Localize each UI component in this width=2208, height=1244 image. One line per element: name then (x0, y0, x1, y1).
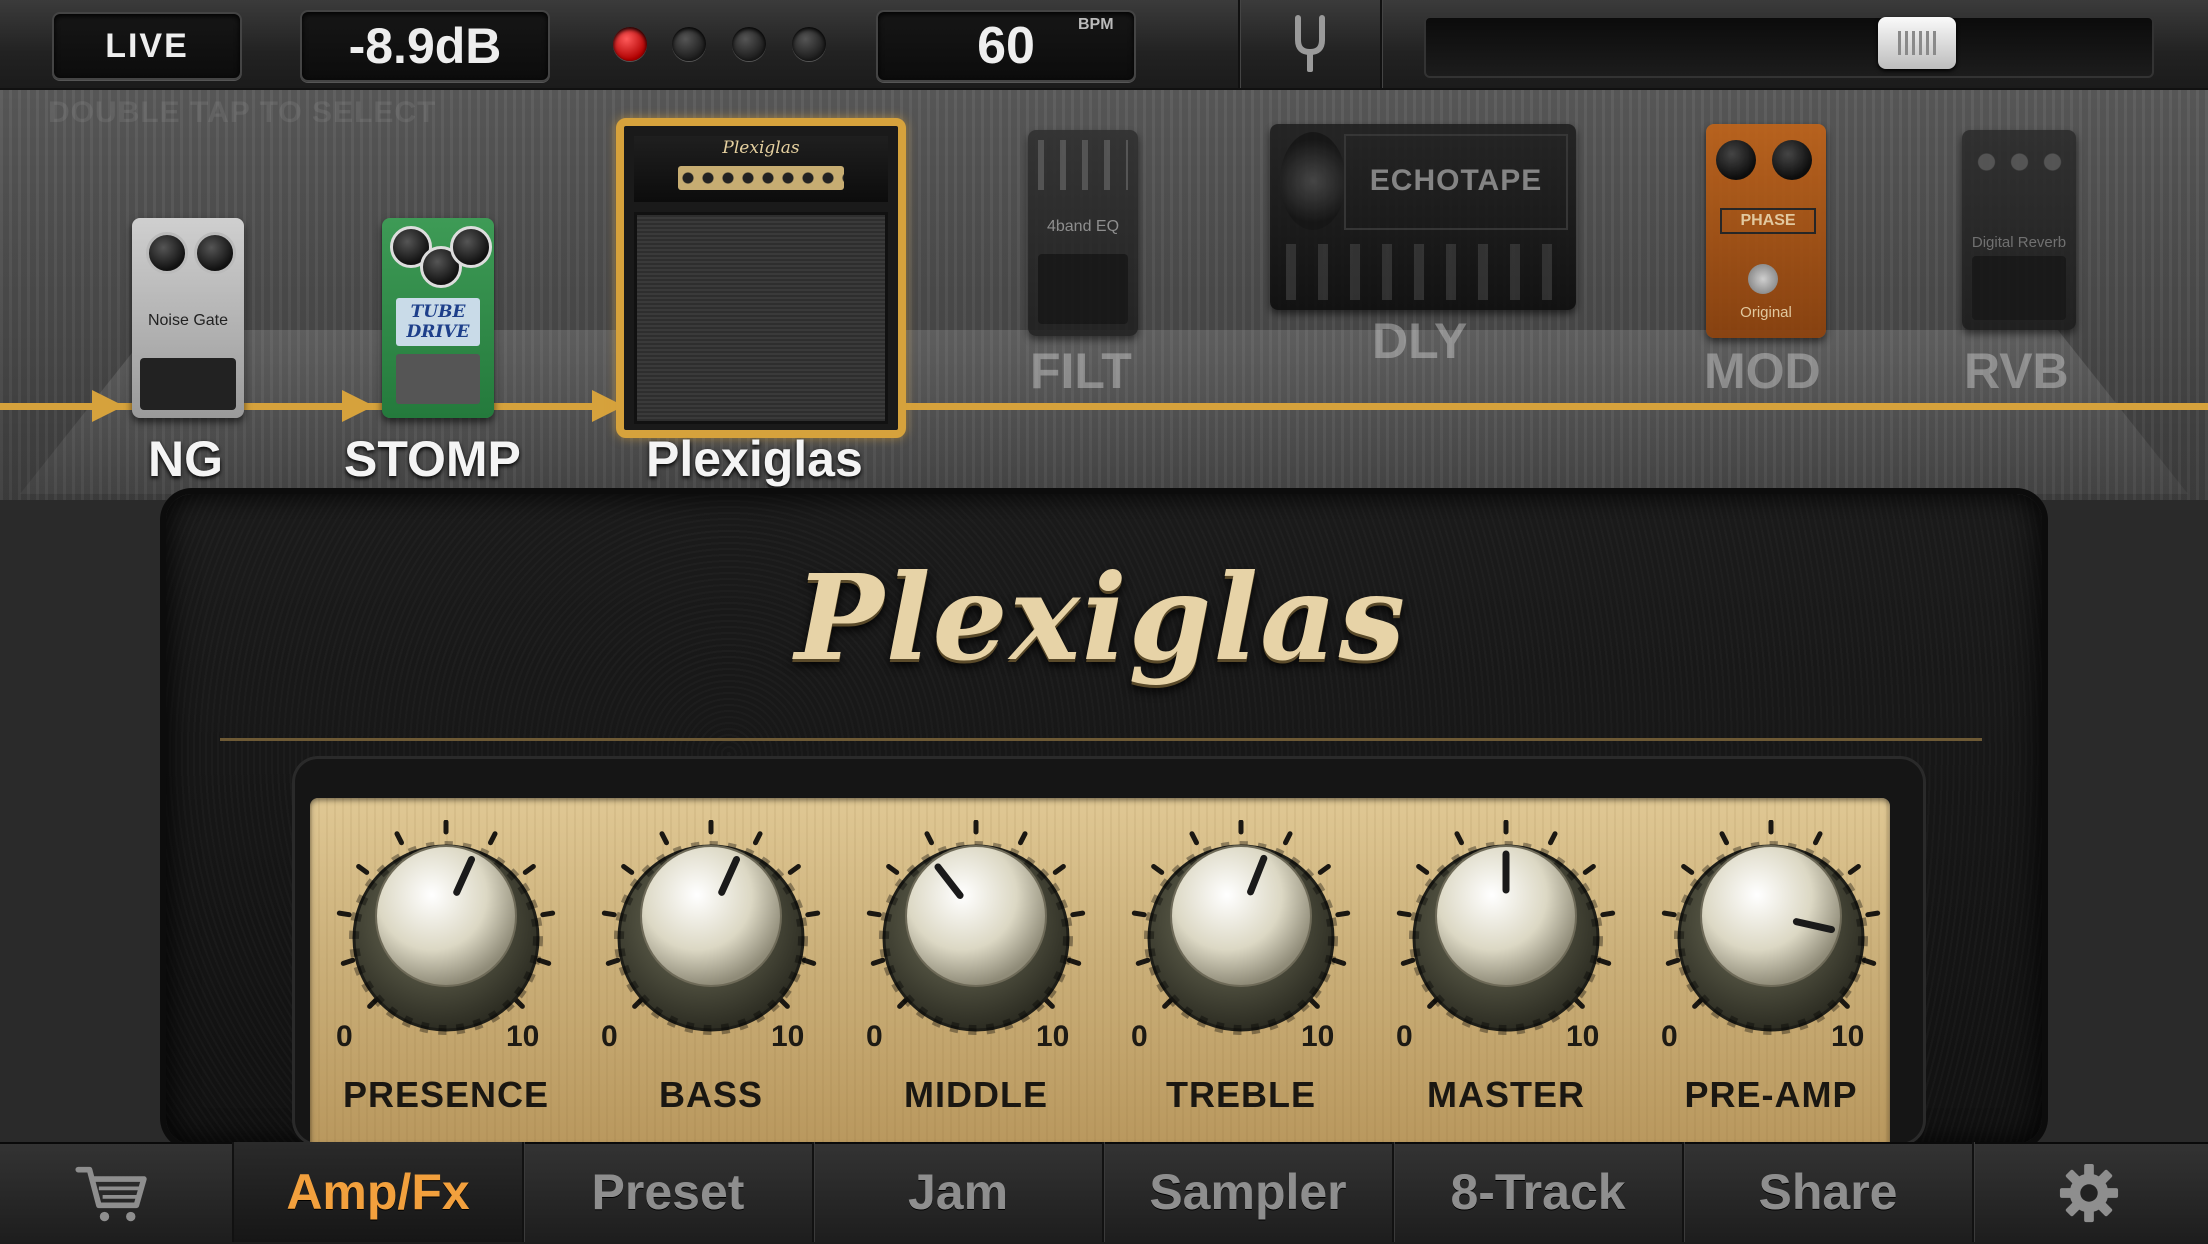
amp-slot-selected[interactable]: Plexiglas (616, 118, 906, 438)
knob-scale-max: 10 (506, 1020, 540, 1053)
knob-scale-min: 0 (601, 1020, 618, 1053)
eq-pedal[interactable]: 4band EQ (1028, 130, 1138, 336)
tab-sampler[interactable]: Sampler (1104, 1142, 1394, 1242)
phase-pedal[interactable]: PHASE Original (1706, 124, 1826, 338)
knob-dial-icon[interactable] (866, 820, 1086, 1040)
volume-slider-track[interactable] (1424, 16, 2154, 78)
noise-gate-pedal[interactable]: Noise Gate (132, 218, 244, 418)
store-button[interactable] (0, 1142, 234, 1242)
signal-line (0, 403, 2208, 410)
slot-label-mod[interactable]: MOD (1704, 342, 1821, 400)
transport-dot-2[interactable] (672, 27, 706, 61)
tab-amp-fx[interactable]: Amp/Fx (234, 1142, 524, 1242)
signal-arrow (92, 390, 124, 422)
slot-label-filt[interactable]: FILT (1030, 342, 1132, 400)
tuning-fork-icon[interactable] (1290, 14, 1330, 74)
knob-pre-amp[interactable]: 0 10 PRE-AMP (1651, 820, 1911, 1140)
live-button[interactable]: LIVE (52, 12, 242, 80)
volume-slider-thumb[interactable] (1878, 17, 1956, 69)
double-tap-hint: DOUBLE TAP TO SELECT (48, 96, 437, 129)
tab-8-track[interactable]: 8-Track (1394, 1142, 1684, 1242)
knob-label: PRESENCE (342, 1074, 550, 1115)
slot-label-dly[interactable]: DLY (1372, 312, 1467, 370)
knob-dial-icon[interactable] (1131, 820, 1351, 1040)
knob-scale-max: 10 (1566, 1020, 1600, 1053)
knob-master[interactable]: 0 10 MASTER (1386, 820, 1646, 1140)
settings-button[interactable] (1974, 1142, 2208, 1242)
knob-dial-icon[interactable] (1661, 820, 1881, 1040)
tab-jam[interactable]: Jam (814, 1142, 1104, 1242)
knob-middle[interactable]: 0 10 MIDDLE (856, 820, 1116, 1140)
knob-treble[interactable]: 0 10 TREBLE (1121, 820, 1381, 1140)
knob-scale-max: 10 (1301, 1020, 1335, 1053)
knob-scale-min: 0 (1131, 1020, 1148, 1053)
signal-arrow (342, 390, 374, 422)
knob-label: MIDDLE (904, 1074, 1048, 1115)
knob-scale-min: 0 (866, 1020, 883, 1053)
knob-scale-min: 0 (1396, 1020, 1413, 1053)
reverb-pedal[interactable]: Digital Reverb (1962, 130, 2076, 330)
transport-dot-4[interactable] (792, 27, 826, 61)
tab-preset[interactable]: Preset (524, 1142, 814, 1242)
knob-bass[interactable]: 0 10 BASS (591, 820, 851, 1140)
transport-dot-3[interactable] (732, 27, 766, 61)
output-level-display: -8.9dB (300, 10, 550, 82)
tube-drive-pedal[interactable]: TUBE DRIVE (382, 218, 494, 418)
slot-label-stomp[interactable]: STOMP (344, 430, 521, 488)
knob-label: BASS (658, 1074, 764, 1115)
bpm-unit-label: BPM (1078, 16, 1114, 33)
divider (1238, 0, 1240, 88)
tab-share[interactable]: Share (1684, 1142, 1974, 1242)
knob-presence[interactable]: 0 10 PRESENCE (326, 820, 586, 1140)
knob-dial-icon[interactable] (601, 820, 821, 1040)
knob-label: PRE-AMP (1684, 1074, 1858, 1115)
knob-scale-max: 10 (1831, 1020, 1865, 1053)
knob-dial-icon[interactable] (336, 820, 556, 1040)
slot-label-rvb[interactable]: RVB (1964, 342, 2069, 400)
knob-label: MASTER (1427, 1074, 1585, 1115)
knob-scale-min: 0 (1661, 1020, 1678, 1053)
amp-logo: Plexiglas (794, 548, 1408, 687)
knob-label: TREBLE (1166, 1074, 1316, 1115)
knob-scale-max: 10 (1036, 1020, 1070, 1053)
echotape-delay[interactable]: ECHOTAPE (1270, 124, 1576, 310)
record-indicator[interactable] (613, 27, 647, 61)
gear-icon (2059, 1163, 2119, 1223)
knob-dial-icon[interactable] (1396, 820, 1616, 1040)
slot-label-plexiglas[interactable]: Plexiglas (646, 430, 863, 488)
slot-label-ng[interactable]: NG (148, 430, 223, 488)
divider (1380, 0, 1382, 88)
knob-scale-min: 0 (336, 1020, 353, 1053)
cart-icon (75, 1166, 147, 1222)
knob-scale-max: 10 (771, 1020, 805, 1053)
